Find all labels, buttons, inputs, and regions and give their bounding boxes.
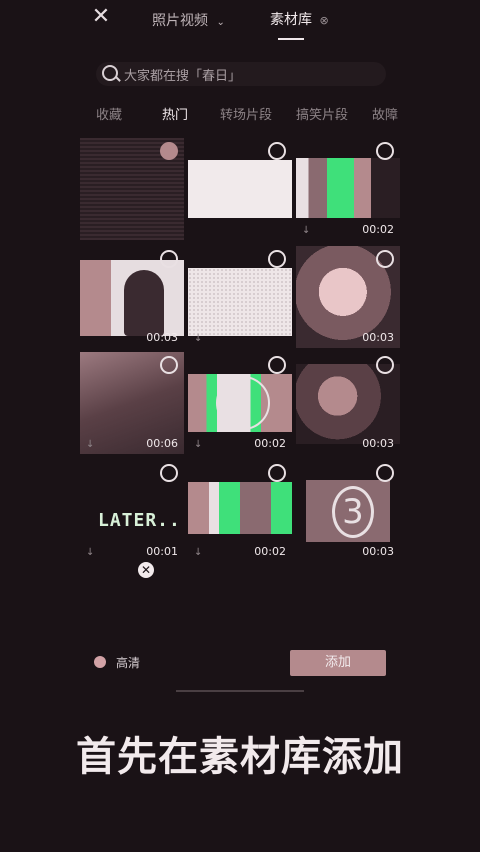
material-item[interactable]: 3 00:03	[296, 460, 400, 562]
top-bar: ✕ 照片视频 ⌄ 素材库 ⊗	[0, 0, 480, 44]
thumbnail	[296, 364, 400, 444]
close-icon[interactable]: ✕	[90, 6, 112, 28]
tab-material-label: 素材库	[270, 12, 312, 28]
material-item[interactable]: 00:03	[296, 246, 400, 348]
tab-underline	[278, 38, 304, 40]
category-tabs: 收藏 热门 转场片段 搞笑片段 故障	[0, 104, 480, 124]
tab-photo-video-label: 照片视频	[152, 13, 208, 29]
select-circle[interactable]	[160, 464, 178, 482]
duration-label: 00:03	[362, 437, 394, 450]
select-circle[interactable]	[268, 250, 286, 268]
home-indicator	[176, 690, 304, 692]
select-circle[interactable]	[376, 250, 394, 268]
search-placeholder: 大家都在搜「春日」	[124, 69, 242, 84]
material-item[interactable]: 00:03	[80, 246, 184, 348]
thumbnail	[188, 482, 292, 534]
countdown-number: 3	[332, 486, 374, 538]
tab-material-library[interactable]: 素材库 ⊗	[270, 9, 329, 29]
material-item[interactable]	[188, 138, 292, 240]
refresh-icon: ⊗	[319, 14, 329, 27]
select-circle[interactable]	[160, 250, 178, 268]
select-circle[interactable]	[376, 356, 394, 374]
material-item[interactable]: ↓ 00:02	[296, 138, 400, 240]
select-circle[interactable]	[268, 356, 286, 374]
duration-label: 00:03	[146, 331, 178, 344]
material-item[interactable]: ↓ 00:06	[80, 352, 184, 454]
duration-label: 00:02	[362, 223, 394, 236]
category-favorites[interactable]: 收藏	[96, 104, 122, 123]
select-circle[interactable]	[160, 142, 178, 160]
tab-photo-video[interactable]: 照片视频 ⌄	[152, 10, 225, 30]
duration-label: 00:01	[146, 545, 178, 558]
download-icon: ↓	[194, 547, 203, 558]
download-icon: ↓	[86, 547, 95, 558]
duration-label: 00:02	[254, 545, 286, 558]
material-item[interactable]: ↓	[188, 246, 292, 348]
duration-label: 00:03	[362, 545, 394, 558]
category-glitch[interactable]: 故障	[372, 104, 398, 123]
person-silhouette	[124, 270, 164, 336]
category-hot[interactable]: 热门	[162, 104, 188, 123]
material-item[interactable]	[80, 138, 184, 240]
material-item[interactable]: 00:03	[296, 352, 400, 454]
download-icon: ↓	[302, 225, 311, 236]
download-icon: ↓	[194, 333, 203, 344]
search-input[interactable]: 大家都在搜「春日」	[96, 62, 386, 86]
category-funny[interactable]: 搞笑片段	[296, 104, 348, 123]
material-item[interactable]: ↓ 00:02	[188, 352, 292, 454]
download-icon: ↓	[86, 439, 95, 450]
duration-label: 00:06	[146, 437, 178, 450]
duration-label: 00:03	[362, 331, 394, 344]
chevron-down-icon: ⌄	[216, 17, 225, 28]
thumbnail	[188, 268, 292, 336]
category-transitions[interactable]: 转场片段	[220, 104, 272, 123]
select-circle[interactable]	[160, 356, 178, 374]
select-circle[interactable]	[376, 142, 394, 160]
select-circle[interactable]	[268, 142, 286, 160]
hq-label: 高清	[116, 656, 141, 670]
remove-icon[interactable]: ✕	[138, 562, 154, 578]
material-item[interactable]: ↓ 00:02	[188, 460, 292, 562]
download-icon: ↓	[194, 439, 203, 450]
material-item[interactable]: LATER... ↓ 00:01	[80, 460, 184, 562]
check-icon	[94, 656, 106, 668]
search-icon	[102, 65, 118, 81]
test-pattern-circle	[216, 376, 270, 430]
thumbnail	[296, 158, 400, 218]
thumbnail	[188, 160, 292, 218]
add-button[interactable]: 添加	[290, 650, 386, 676]
caption-text: 首先在素材库添加	[76, 734, 404, 780]
select-circle[interactable]	[268, 464, 286, 482]
later-text: LATER...	[98, 510, 184, 531]
select-circle[interactable]	[376, 464, 394, 482]
duration-label: 00:02	[254, 437, 286, 450]
